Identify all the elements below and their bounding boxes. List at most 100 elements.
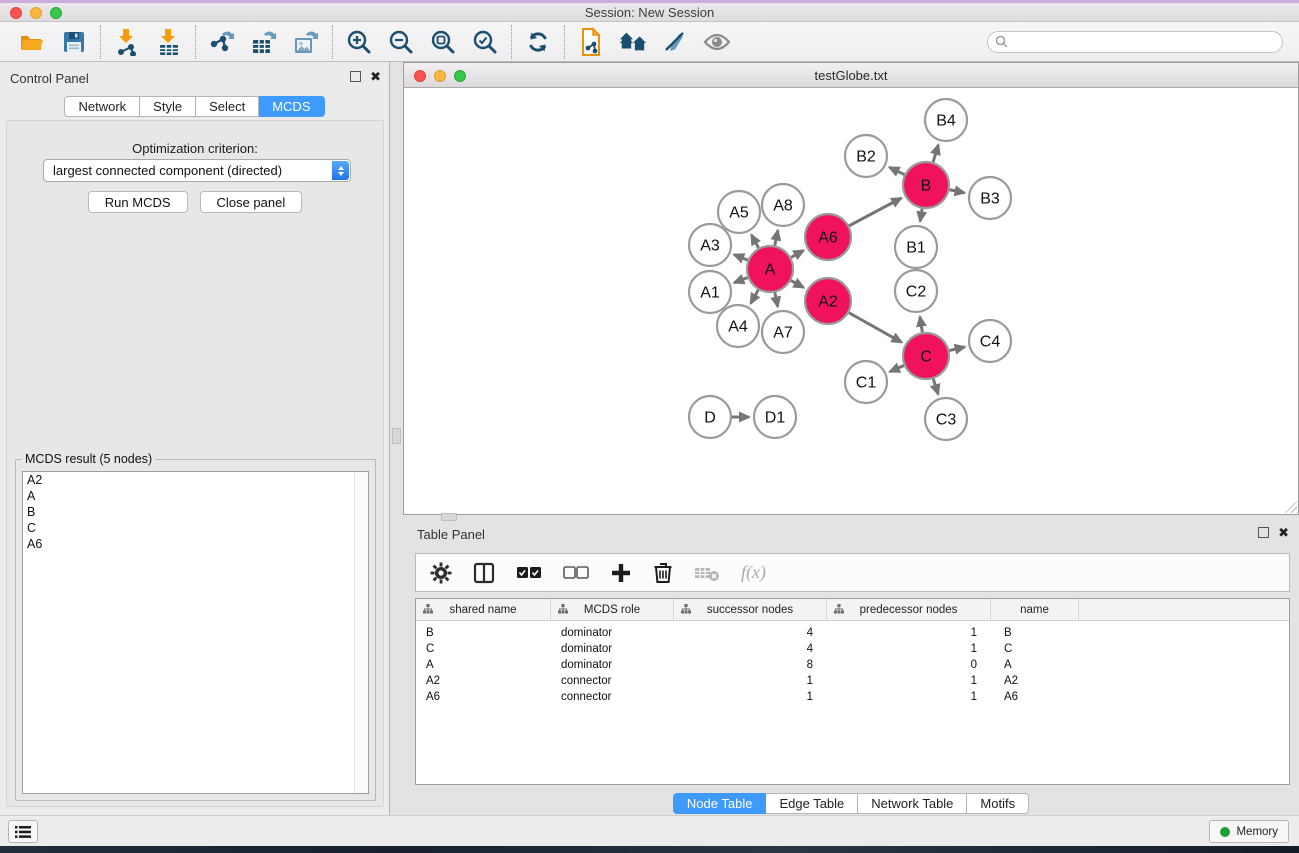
show-view-eye-icon[interactable]	[703, 28, 731, 56]
graph-node-C4[interactable]: C4	[969, 320, 1011, 362]
home-icon[interactable]	[619, 28, 647, 56]
task-history-button[interactable]	[8, 820, 38, 843]
graph-edge-A-A1[interactable]	[734, 278, 747, 283]
graph-node-A8[interactable]: A8	[762, 184, 804, 226]
graph-edge-B-B1[interactable]	[920, 209, 922, 222]
add-column-icon[interactable]	[610, 562, 632, 584]
graph-node-B4[interactable]: B4	[925, 99, 967, 141]
graph-edge-C-C1[interactable]	[890, 366, 904, 372]
open-session-icon[interactable]	[18, 28, 46, 56]
table-row[interactable]: Adominator80A	[416, 657, 1289, 673]
import-table-icon[interactable]	[155, 28, 183, 56]
memory-button[interactable]: Memory	[1209, 820, 1289, 843]
refresh-icon[interactable]	[524, 28, 552, 56]
delete-column-trash-icon[interactable]	[653, 562, 673, 584]
tab-style[interactable]: Style	[140, 96, 196, 117]
graph-edge-A-A5[interactable]	[751, 235, 758, 248]
result-list-item[interactable]: A	[23, 488, 368, 504]
table-row[interactable]: Cdominator41C	[416, 641, 1289, 657]
graph-node-B[interactable]: B	[903, 162, 949, 208]
select-all-rows-icon[interactable]	[516, 566, 542, 580]
network-window-titlebar[interactable]: testGlobe.txt	[404, 63, 1298, 88]
tab-mcds[interactable]: MCDS	[259, 96, 324, 117]
graph-edge-A-A8[interactable]	[775, 230, 778, 245]
result-list-item[interactable]: A6	[23, 536, 368, 552]
save-session-icon[interactable]	[60, 28, 88, 56]
graph-edge-A-A3[interactable]	[734, 255, 748, 260]
close-table-panel-icon[interactable]: ✖	[1278, 527, 1289, 538]
export-image-icon[interactable]	[292, 28, 320, 56]
graph-edge-A-A6[interactable]	[791, 251, 803, 258]
column-header-successor-nodes[interactable]: successor nodes	[674, 599, 827, 621]
graph-node-A5[interactable]: A5	[718, 191, 760, 233]
result-list-item[interactable]: A2	[23, 472, 368, 488]
tab-edge-table[interactable]: Edge Table	[766, 793, 858, 814]
network-canvas[interactable]: B4 B2 B B3 A5A8A6 A3 B1 A A1 C2 A2 A4A7 C4 C C1 C3 D D1	[404, 89, 1298, 514]
column-header-MCDS-role[interactable]: MCDS role	[551, 599, 674, 621]
zoom-in-icon[interactable]	[345, 28, 373, 56]
column-selector-icon[interactable]	[473, 562, 495, 584]
float-panel-icon[interactable]	[350, 71, 361, 82]
graph-node-A[interactable]: A	[747, 246, 793, 292]
mcds-result-list[interactable]: A2ABCA6	[22, 471, 369, 794]
table-cell: 1	[827, 641, 991, 657]
graph-node-A7[interactable]: A7	[762, 311, 804, 353]
graph-node-B3[interactable]: B3	[969, 177, 1011, 219]
graph-edge-C-C3[interactable]	[933, 379, 938, 394]
graph-edge-B-B2[interactable]	[889, 167, 904, 174]
tab-network-table[interactable]: Network Table	[858, 793, 967, 814]
export-table-icon[interactable]	[250, 28, 278, 56]
graph-node-C2[interactable]: C2	[895, 270, 937, 312]
result-list-item[interactable]: B	[23, 504, 368, 520]
column-header-predecessor-nodes[interactable]: predecessor nodes	[827, 599, 991, 621]
criterion-dropdown[interactable]: largest connected component (directed)	[43, 159, 351, 182]
graph-node-A6[interactable]: A6	[805, 214, 851, 260]
table-row[interactable]: A6connector11A6	[416, 689, 1289, 705]
graph-edge-C-C2[interactable]	[920, 317, 922, 333]
close-panel-button[interactable]: Close panel	[200, 191, 303, 213]
graph-edge-B-B4[interactable]	[933, 145, 938, 162]
table-settings-gear-icon[interactable]	[430, 562, 452, 584]
column-header-shared-name[interactable]: shared name	[416, 599, 551, 621]
result-list-item[interactable]: C	[23, 520, 368, 536]
tab-network[interactable]: Network	[64, 96, 140, 117]
vertical-splitter-handle[interactable]	[392, 428, 401, 444]
graph-node-A4[interactable]: A4	[717, 305, 759, 347]
graph-node-A2[interactable]: A2	[805, 278, 851, 324]
zoom-fit-icon[interactable]	[429, 28, 457, 56]
table-row[interactable]: A2connector11A2	[416, 673, 1289, 689]
deselect-all-rows-icon[interactable]	[563, 566, 589, 580]
column-header-name[interactable]: name	[991, 599, 1079, 621]
hide-labels-icon[interactable]	[661, 28, 689, 56]
graph-edge-A2-C[interactable]	[849, 313, 902, 343]
tab-node-table[interactable]: Node Table	[673, 793, 767, 814]
graph-edge-B-B3[interactable]	[950, 190, 965, 193]
graph-node-B2[interactable]: B2	[845, 135, 887, 177]
graph-node-D[interactable]: D	[689, 396, 731, 438]
graph-edge-A6-B[interactable]	[849, 198, 901, 226]
graph-edge-A-A2[interactable]	[791, 281, 803, 288]
graph-edge-A-A4[interactable]	[751, 290, 759, 303]
graph-edge-C-C4[interactable]	[949, 347, 964, 351]
graph-node-C3[interactable]: C3	[925, 398, 967, 440]
zoom-selected-icon[interactable]	[471, 28, 499, 56]
table-row[interactable]: Bdominator41B	[416, 625, 1289, 641]
network-file-icon[interactable]	[577, 28, 605, 56]
graph-node-A1[interactable]: A1	[689, 271, 731, 313]
close-panel-icon[interactable]: ✖	[370, 71, 381, 82]
graph-node-B1[interactable]: B1	[895, 226, 937, 268]
tab-motifs[interactable]: Motifs	[967, 793, 1029, 814]
graph-node-C1[interactable]: C1	[845, 361, 887, 403]
graph-node-A3[interactable]: A3	[689, 224, 731, 266]
result-list-scrollbar[interactable]	[354, 472, 368, 793]
export-network-icon[interactable]	[208, 28, 236, 56]
import-network-icon[interactable]	[113, 28, 141, 56]
run-mcds-button[interactable]: Run MCDS	[88, 191, 188, 213]
zoom-out-icon[interactable]	[387, 28, 415, 56]
graph-node-D1[interactable]: D1	[754, 396, 796, 438]
graph-node-C[interactable]: C	[903, 333, 949, 379]
float-table-panel-icon[interactable]	[1258, 527, 1269, 538]
graph-edge-A-A7[interactable]	[775, 293, 778, 307]
search-input[interactable]	[987, 31, 1283, 53]
tab-select[interactable]: Select	[196, 96, 259, 117]
